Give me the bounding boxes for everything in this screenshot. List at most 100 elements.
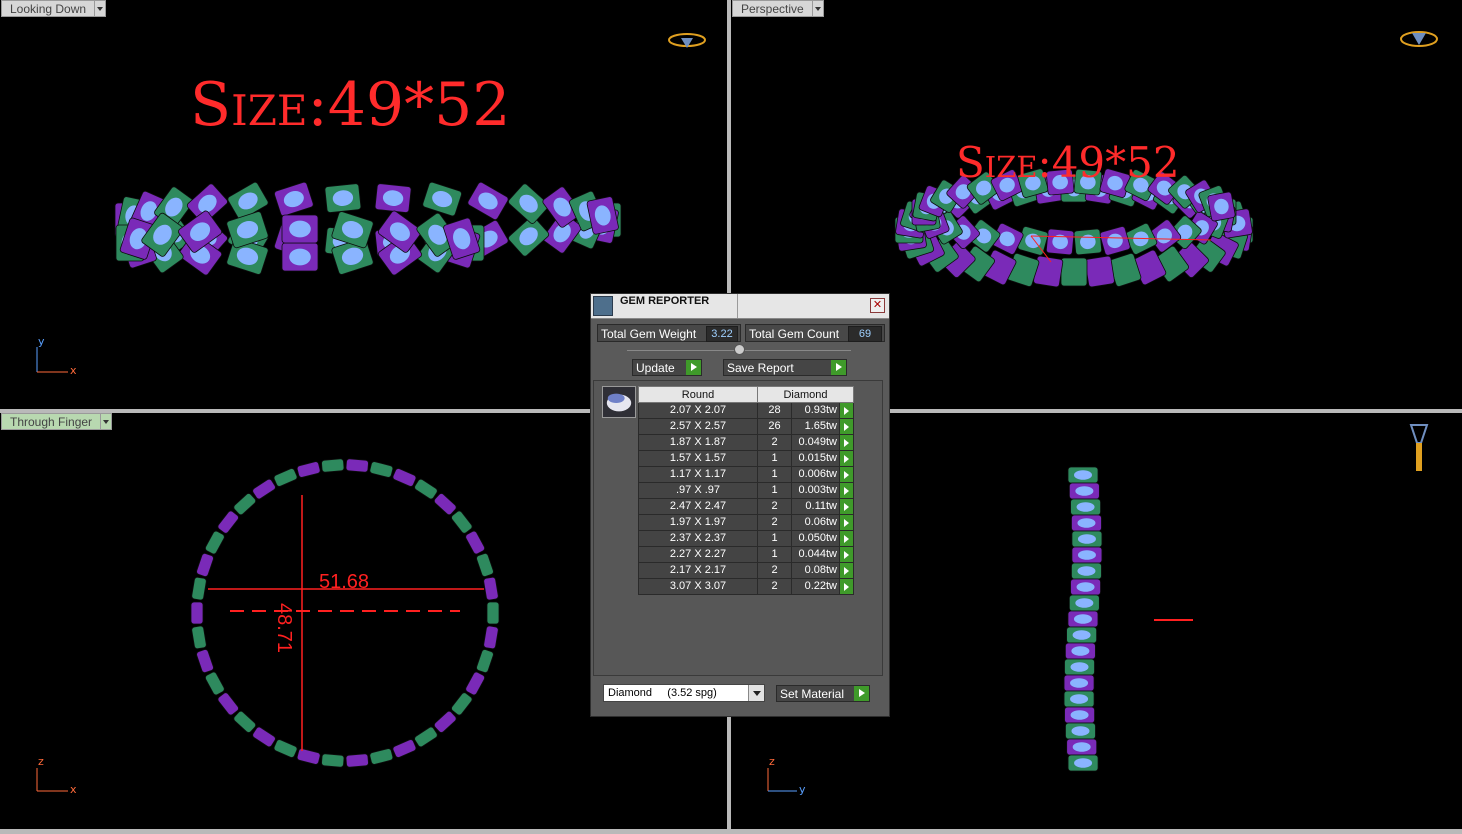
material-select[interactable]: Diamond (3.52 spg) (603, 684, 765, 702)
save-report-button[interactable]: Save Report (723, 359, 847, 376)
gem-weight: 0.049tw (791, 434, 840, 451)
gem-count: 28 (757, 402, 792, 419)
table-row[interactable]: 2.07 X 2.07 28 0.93tw (638, 402, 854, 419)
table-row[interactable]: 1.97 X 1.97 2 0.06tw (638, 514, 854, 531)
viewport-name[interactable]: Perspective (732, 0, 813, 17)
table-row[interactable]: 2.17 X 2.17 2 0.08tw (638, 562, 854, 579)
size-annotation: Size:49*52 (956, 138, 1180, 187)
gem-size: 1.57 X 1.57 (638, 450, 758, 467)
view-cube-icon[interactable] (1399, 27, 1439, 49)
select-gem-arrow-icon[interactable] (839, 514, 854, 531)
table-row[interactable]: 1.17 X 1.17 1 0.006tw (638, 466, 854, 483)
view-cube-icon[interactable] (1407, 421, 1431, 475)
table-row[interactable]: 1.87 X 1.87 2 0.049tw (638, 434, 854, 451)
gem-table: Round Diamond 2.07 X 2.07 28 0.93tw 2.57 X … (638, 386, 854, 595)
gem-size: 2.07 X 2.07 (638, 402, 758, 419)
total-gem-count-field: Total Gem Count 69 (745, 324, 885, 342)
dimension-vertical: 48.71 (273, 603, 295, 654)
viewport-label-looking-down[interactable]: Looking Down (1, 0, 107, 17)
gem-count: 2 (757, 514, 792, 531)
gem-size: 1.87 X 1.87 (638, 434, 758, 451)
viewport-dropdown-icon[interactable] (812, 0, 824, 17)
gem-count: 1 (757, 466, 792, 483)
axis-label-y: y (799, 783, 806, 796)
gem-size: 1.17 X 1.17 (638, 466, 758, 483)
axis-label-y: y (38, 335, 45, 348)
round-gem-icon (602, 386, 636, 418)
table-row[interactable]: 3.07 X 3.07 2 0.22tw (638, 578, 854, 595)
gem-size: 2.57 X 2.57 (638, 418, 758, 435)
select-gem-arrow-icon[interactable] (839, 498, 854, 515)
gem-count: 1 (757, 546, 792, 563)
close-icon[interactable]: ✕ (870, 298, 885, 313)
table-row[interactable]: 1.57 X 1.57 1 0.015tw (638, 450, 854, 467)
viewport-label-through-finger[interactable]: Through Finger (1, 413, 113, 430)
select-gem-arrow-icon[interactable] (839, 402, 854, 419)
total-gem-count-value: 69 (848, 326, 882, 342)
gem-weight: 1.65tw (791, 418, 840, 435)
total-gem-weight-field: Total Gem Weight 3.22 (597, 324, 741, 342)
select-gem-arrow-icon[interactable] (839, 562, 854, 579)
axis-gizmo (36, 768, 68, 792)
update-label: Update (636, 361, 675, 375)
view-cube-icon[interactable] (667, 30, 707, 50)
total-gem-weight-value: 3.22 (706, 326, 738, 342)
gem-table-area[interactable]: Round Diamond 2.07 X 2.07 28 0.93tw 2.57 X … (593, 380, 883, 676)
gem-size: 3.07 X 3.07 (638, 578, 758, 595)
table-row[interactable]: 2.47 X 2.47 2 0.11tw (638, 498, 854, 515)
gem-size: 1.97 X 1.97 (638, 514, 758, 531)
axis-label-x: x (70, 364, 77, 377)
set-material-button[interactable]: Set Material (776, 685, 870, 702)
gem-size: 2.37 X 2.37 (638, 530, 758, 547)
gem-count: 1 (757, 482, 792, 499)
table-row[interactable]: 2.37 X 2.37 1 0.050tw (638, 530, 854, 547)
axis-gizmo (36, 347, 68, 373)
select-gem-arrow-icon[interactable] (839, 578, 854, 595)
gem-count: 2 (757, 498, 792, 515)
viewport-dropdown-icon[interactable] (95, 0, 107, 17)
gem-weight: 0.050tw (791, 530, 840, 547)
gem-size: 2.47 X 2.47 (638, 498, 758, 515)
gem-reporter-panel[interactable]: GEM REPORTER ✕ Total Gem Weight 3.22 Tot… (590, 293, 890, 717)
update-button[interactable]: Update (632, 359, 702, 376)
gem-count: 2 (757, 562, 792, 579)
gem-weight: 0.08tw (791, 562, 840, 579)
gem-reporter-app-icon (593, 296, 613, 316)
gem-weight: 0.11tw (791, 498, 840, 515)
gem-size: .97 X .97 (638, 482, 758, 499)
report-slider-knob[interactable] (734, 344, 745, 355)
set-material-label: Set Material (780, 687, 845, 701)
chevron-down-icon[interactable] (748, 685, 764, 701)
gem-count: 2 (757, 434, 792, 451)
table-row[interactable]: 2.27 X 2.27 1 0.044tw (638, 546, 854, 563)
viewport-name[interactable]: Looking Down (1, 0, 96, 17)
dimension-horizontal: 51.68 (319, 571, 370, 593)
gem-weight: 0.006tw (791, 466, 840, 483)
viewport-label-perspective[interactable]: Perspective (732, 0, 824, 17)
select-gem-arrow-icon[interactable] (839, 482, 854, 499)
select-gem-arrow-icon[interactable] (839, 546, 854, 563)
column-header-round[interactable]: Round (638, 386, 758, 403)
total-gem-weight-label: Total Gem Weight (601, 327, 697, 341)
column-header-diamond[interactable]: Diamond (757, 386, 854, 403)
axis-label-z: z (769, 755, 775, 768)
axis-gizmo (767, 768, 797, 792)
select-gem-arrow-icon[interactable] (839, 418, 854, 435)
material-select-value: Diamond (3.52 spg) (608, 687, 717, 699)
viewport-name[interactable]: Through Finger (1, 413, 102, 430)
gem-weight: 0.06tw (791, 514, 840, 531)
table-row[interactable]: .97 X .97 1 0.003tw (638, 482, 854, 499)
size-annotation: Size:49*52 (190, 70, 511, 140)
select-gem-arrow-icon[interactable] (839, 434, 854, 451)
axis-label-z: z (38, 755, 44, 768)
axis-label-x: x (70, 783, 77, 796)
gem-reporter-titlebar[interactable]: GEM REPORTER ✕ (591, 294, 889, 319)
select-gem-arrow-icon[interactable] (839, 530, 854, 547)
select-gem-arrow-icon[interactable] (839, 450, 854, 467)
select-gem-arrow-icon[interactable] (839, 466, 854, 483)
gem-size: 2.27 X 2.27 (638, 546, 758, 563)
table-row[interactable]: 2.57 X 2.57 26 1.65tw (638, 418, 854, 435)
gem-weight: 0.22tw (791, 578, 840, 595)
viewport-dropdown-icon[interactable] (101, 413, 113, 430)
gem-count: 2 (757, 578, 792, 595)
